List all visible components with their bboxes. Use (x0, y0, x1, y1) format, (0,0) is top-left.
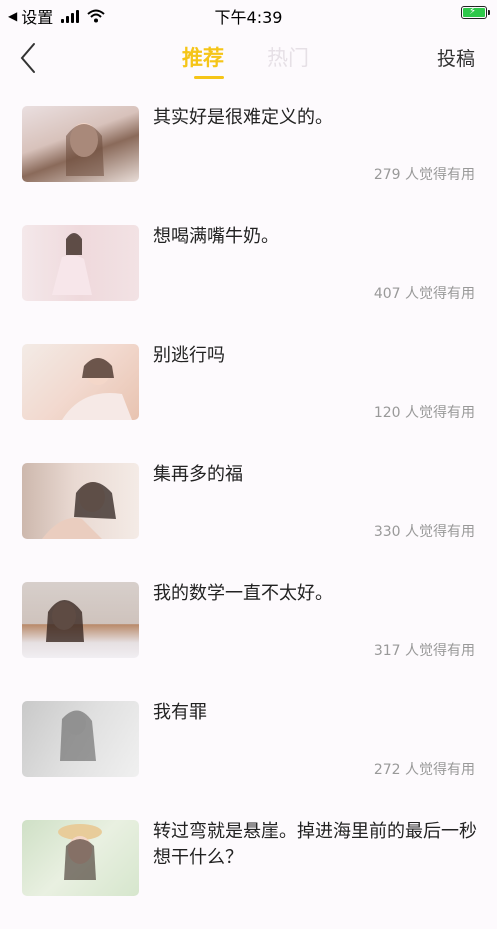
post-likes: 317 人觉得有用 (373, 643, 475, 659)
post-likes: 120 人觉得有用 (373, 405, 475, 421)
post-thumbnail (22, 344, 139, 420)
tab-hot-label: 热门 (267, 46, 309, 70)
post-thumbnail (22, 701, 139, 777)
tab-recommended-label: 推荐 (182, 46, 224, 70)
post-title: 其实好是很难定义的。 (153, 107, 333, 128)
chevron-left-icon[interactable] (16, 40, 46, 76)
tab-recommended[interactable]: 推荐 (182, 42, 224, 79)
list-item[interactable]: 别逃行吗 120 人觉得有用 (0, 334, 497, 453)
post-thumbnail (22, 582, 139, 658)
list-item[interactable]: 转过弯就是悬崖。掉进海里前的最后一秒想干什么？ (0, 810, 497, 929)
list-item[interactable]: 集再多的福 330 人觉得有用 (0, 453, 497, 572)
battery-icon: ⚡ (461, 6, 490, 19)
status-bar: ◀ 设置 下午4:39 ⚡ (0, 0, 497, 30)
status-time: 下午4:39 (214, 8, 283, 27)
post-likes: 330 人觉得有用 (373, 524, 475, 540)
active-tab-indicator (194, 76, 224, 79)
post-title: 我的数学一直不太好。 (153, 583, 333, 604)
list-item[interactable]: 我的数学一直不太好。 317 人觉得有用 (0, 572, 497, 691)
list-item[interactable]: 想喝满嘴牛奶。 407 人觉得有用 (0, 215, 497, 334)
post-title: 别逃行吗 (153, 345, 225, 366)
post-thumbnail (22, 820, 139, 896)
post-title: 转过弯就是悬崖。掉进海里前的最后一秒想干什么？ (153, 821, 477, 868)
list-item[interactable]: 我有罪 272 人觉得有用 (0, 691, 497, 810)
post-title: 想喝满嘴牛奶。 (153, 226, 279, 247)
post-likes: 272 人觉得有用 (373, 762, 475, 778)
post-likes: 407 人觉得有用 (373, 286, 475, 302)
post-thumbnail (22, 463, 139, 539)
post-list: 其实好是很难定义的。 279 人觉得有用 想喝满嘴牛奶。 407 人觉得有用 别… (0, 96, 497, 929)
nav-bar: 推荐 热门 投稿 (0, 36, 497, 80)
post-thumbnail (22, 106, 139, 182)
post-thumbnail (22, 225, 139, 301)
tab-hot[interactable]: 热门 (267, 42, 309, 72)
post-title: 集再多的福 (153, 464, 243, 485)
submit-post-button[interactable]: 投稿 (437, 44, 475, 71)
post-title: 我有罪 (153, 702, 207, 723)
post-likes: 279 人觉得有用 (373, 167, 475, 183)
list-item[interactable]: 其实好是很难定义的。 279 人觉得有用 (0, 96, 497, 215)
